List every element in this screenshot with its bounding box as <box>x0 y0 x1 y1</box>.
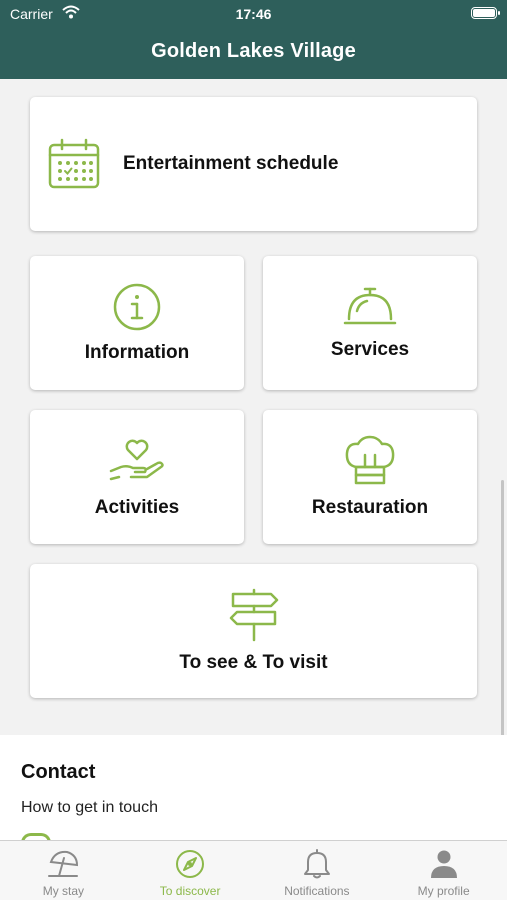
tile-entertainment-schedule[interactable]: Entertainment schedule <box>30 97 477 231</box>
tab-label: My stay <box>42 884 85 898</box>
contact-section: Contact How to get in touch <box>0 735 507 843</box>
tile-label: Information <box>84 342 190 363</box>
tab-my-profile[interactable]: My profile <box>380 841 507 900</box>
tab-notifications[interactable]: Notifications <box>254 841 381 900</box>
tile-label: Activities <box>94 497 180 518</box>
app-header: Carrier 17:46 Golden Lakes Village <box>0 0 507 79</box>
tile-label: Services <box>330 339 410 360</box>
status-time: 17:46 <box>235 6 272 22</box>
person-icon <box>428 848 460 880</box>
page-title: Golden Lakes Village <box>151 40 356 62</box>
battery-icon <box>471 7 500 19</box>
tile-label: Restauration <box>311 497 429 518</box>
tab-label: To discover <box>159 884 221 898</box>
tile-to-see-to-visit[interactable]: To see & To visit <box>30 564 477 698</box>
beach-umbrella-icon <box>47 848 79 880</box>
tile-services[interactable]: Services <box>263 256 477 390</box>
contact-subtitle: How to get in touch <box>21 799 158 816</box>
hand-heart-icon <box>109 435 165 487</box>
scrollbar[interactable] <box>501 480 504 750</box>
contact-title: Contact <box>21 761 96 783</box>
tile-restauration[interactable]: Restauration <box>263 410 477 544</box>
tab-to-discover[interactable]: To discover <box>127 841 254 900</box>
chef-hat-icon <box>344 435 396 487</box>
calendar-icon <box>47 137 101 191</box>
compass-icon <box>174 848 206 880</box>
tab-label: Notifications <box>284 884 350 898</box>
info-icon <box>112 282 162 332</box>
tile-information[interactable]: Information <box>30 256 244 390</box>
service-bell-icon <box>343 285 397 329</box>
wifi-icon <box>62 5 80 22</box>
carrier-label: Carrier <box>10 6 53 22</box>
signpost-icon <box>227 588 281 642</box>
tab-my-stay[interactable]: My stay <box>0 841 127 900</box>
tile-activities[interactable]: Activities <box>30 410 244 544</box>
tab-bar: My stay To discover Notifications My pro… <box>0 840 507 900</box>
tile-label: Entertainment schedule <box>123 153 339 174</box>
tab-label: My profile <box>417 884 470 898</box>
tile-label: To see & To visit <box>179 652 328 673</box>
status-bar: Carrier 17:46 <box>10 4 500 24</box>
bell-icon <box>301 848 333 880</box>
